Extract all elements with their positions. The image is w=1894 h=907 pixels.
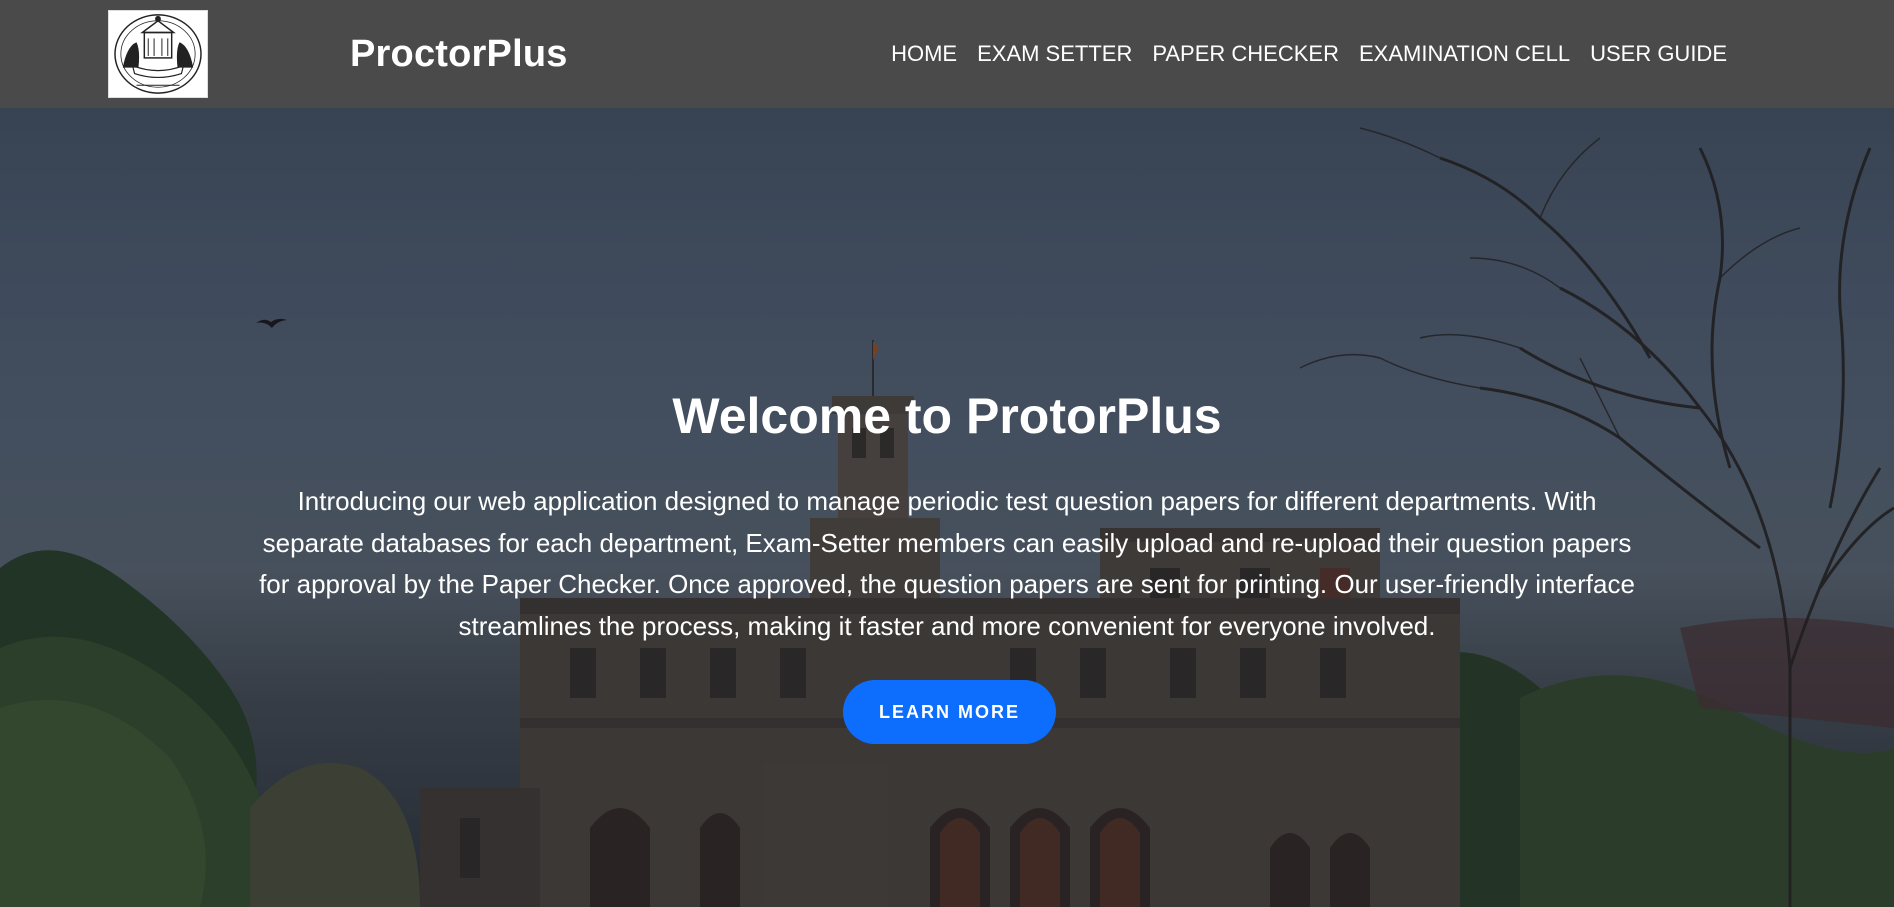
nav-examination-cell[interactable]: EXAMINATION CELL bbox=[1359, 40, 1570, 68]
nav-user-guide[interactable]: USER GUIDE bbox=[1590, 40, 1727, 68]
learn-more-button[interactable]: LEARN MORE bbox=[843, 680, 1056, 744]
hero-content: Welcome to ProtorPlus Introducing our we… bbox=[0, 108, 1894, 907]
main-nav: HOME EXAM SETTER PAPER CHECKER EXAMINATI… bbox=[891, 40, 1727, 68]
navbar: ProctorPlus HOME EXAM SETTER PAPER CHECK… bbox=[0, 0, 1894, 108]
nav-exam-setter[interactable]: EXAM SETTER bbox=[977, 40, 1132, 68]
hero-description: Introducing our web application designed… bbox=[259, 486, 1635, 641]
university-seal-icon[interactable] bbox=[108, 10, 208, 98]
hero-section: Welcome to ProtorPlus Introducing our we… bbox=[0, 108, 1894, 907]
nav-home[interactable]: HOME bbox=[891, 40, 957, 68]
nav-paper-checker[interactable]: PAPER CHECKER bbox=[1152, 40, 1339, 68]
hero-title: Welcome to ProtorPlus bbox=[672, 388, 1222, 444]
brand-title[interactable]: ProctorPlus bbox=[350, 32, 568, 76]
